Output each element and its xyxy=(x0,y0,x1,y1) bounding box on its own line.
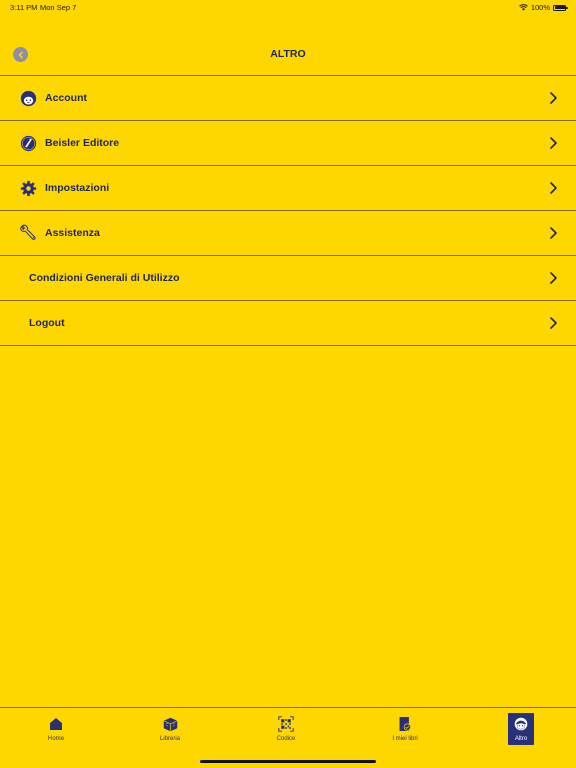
menu-item-logout[interactable]: Logout xyxy=(0,301,576,346)
tab-i-miei-libri[interactable]: I miei libri xyxy=(375,713,435,747)
wrench-icon xyxy=(19,224,37,242)
tab-label: Home xyxy=(47,736,64,742)
tab-codice[interactable]: Codice xyxy=(256,713,316,747)
chevron-right-icon xyxy=(550,317,557,329)
tab-home[interactable]: Home xyxy=(26,713,86,747)
publisher-logo-icon xyxy=(19,134,37,152)
menu-item-label: Account xyxy=(45,92,87,104)
tab-label: Codice xyxy=(276,736,296,742)
qr-code-icon xyxy=(278,716,294,732)
chevron-right-icon xyxy=(550,137,557,149)
books-box-icon xyxy=(163,717,177,731)
status-right: 100% xyxy=(518,3,568,12)
tab-label: Libreria xyxy=(159,736,180,742)
user-face-icon xyxy=(514,717,528,731)
tab-libreria[interactable]: Libreria xyxy=(140,713,200,747)
menu-list: Account Beisler Editore Impostazioni Ass… xyxy=(0,76,576,346)
tab-altro[interactable]: Altro xyxy=(508,713,534,745)
wifi-icon xyxy=(518,4,528,11)
page-title: ALTRO xyxy=(270,48,306,60)
chevron-right-icon xyxy=(550,182,557,194)
menu-item-impostazioni[interactable]: Impostazioni xyxy=(0,166,576,211)
nav-header: ALTRO xyxy=(0,34,576,76)
menu-item-label: Logout xyxy=(29,317,65,329)
user-face-icon xyxy=(19,89,37,107)
status-time: 3:11 PM xyxy=(10,3,38,12)
menu-item-label: Assistenza xyxy=(45,227,100,239)
chevron-right-icon xyxy=(550,92,557,104)
menu-item-beisler-editore[interactable]: Beisler Editore xyxy=(0,121,576,166)
tab-label: I miei libri xyxy=(392,736,418,742)
battery-icon xyxy=(553,4,568,11)
menu-item-label: Beisler Editore xyxy=(45,137,120,149)
tab-label: Altro xyxy=(514,736,528,742)
home-icon xyxy=(50,718,62,730)
home-indicator[interactable] xyxy=(200,760,376,763)
chevron-right-icon xyxy=(550,227,557,239)
menu-item-account[interactable]: Account xyxy=(0,76,576,121)
my-books-icon xyxy=(399,717,411,731)
status-date: Mon Sep 7 xyxy=(40,3,77,12)
status-bar: 3:11 PM Mon Sep 7 100% xyxy=(0,0,576,14)
chevron-right-icon xyxy=(550,272,557,284)
menu-item-condizioni[interactable]: Condizioni Generali di Utilizzo xyxy=(0,256,576,301)
battery-percent: 100% xyxy=(530,3,550,12)
menu-item-assistenza[interactable]: Assistenza xyxy=(0,211,576,256)
menu-item-label: Impostazioni xyxy=(45,182,110,194)
tab-bar: Home Libreria Codice I miei libri Altro xyxy=(0,707,576,768)
menu-item-label: Condizioni Generali di Utilizzo xyxy=(29,272,180,284)
gear-icon xyxy=(19,179,37,197)
